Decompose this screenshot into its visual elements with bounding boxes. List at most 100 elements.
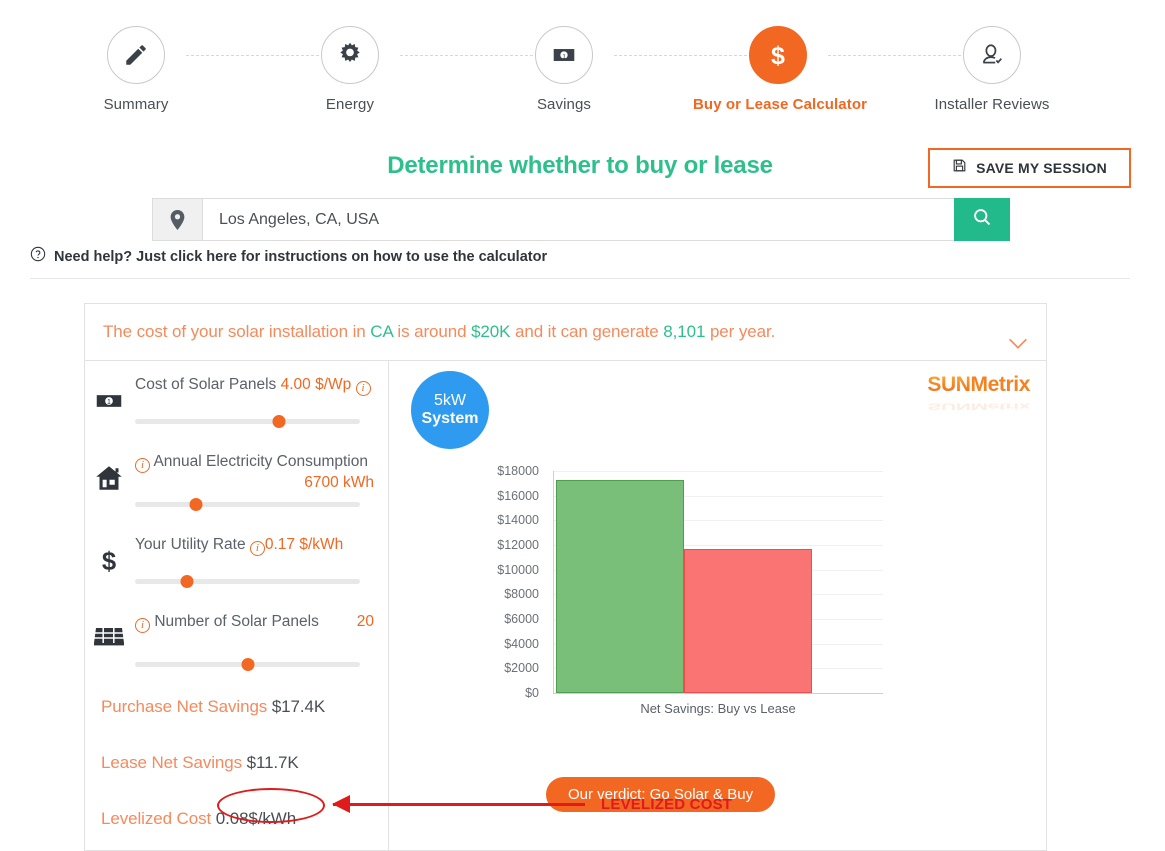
step-energy[interactable]: Energy xyxy=(265,26,435,113)
net-savings-bar-chart: $0 $2000 $4000 $6000 $8000 $10000 $12000 $14000… xyxy=(487,461,887,721)
results-list: Purchase Net Savings $17.4K Lease Net Sa… xyxy=(101,697,388,829)
save-my-session-label: SAVE MY SESSION xyxy=(976,160,1107,176)
slider-thumb[interactable] xyxy=(189,498,203,511)
chart-x-axis-label: Net Savings: Buy vs Lease xyxy=(640,701,796,716)
slider-track[interactable] xyxy=(135,658,360,671)
pencil-icon xyxy=(107,26,165,84)
banner-part-4: per year. xyxy=(705,322,776,341)
result-label: Lease Net Savings xyxy=(101,753,242,772)
chart-bar-lease[interactable] xyxy=(684,548,812,693)
floppy-disk-icon xyxy=(952,158,967,178)
step-label: Summary xyxy=(103,96,169,113)
chart-bar-buy[interactable] xyxy=(556,479,684,693)
slider-label: i Annual Electricity Consumption 6700 kW… xyxy=(135,450,374,491)
result-levelized-cost: Levelized Cost 0.08$/kWh xyxy=(101,809,388,829)
chart-y-tick-label: $16000 xyxy=(497,488,539,503)
save-my-session-button[interactable]: SAVE MY SESSION xyxy=(928,148,1131,188)
chart-y-tick-label: $8000 xyxy=(504,587,539,602)
solar-panel-icon xyxy=(89,618,129,658)
inputs-panel: 1 Cost of Solar Panels 4.00 $/Wp i i Ann… xyxy=(85,361,389,851)
result-label: Levelized Cost xyxy=(101,809,212,828)
info-icon[interactable]: i xyxy=(135,458,150,473)
info-icon[interactable]: i xyxy=(135,618,150,633)
help-link[interactable]: Need help? Just click here for instructi… xyxy=(30,246,547,267)
money-bill-icon: 1 xyxy=(89,381,129,421)
slider-label-text: Cost of Solar Panels xyxy=(135,376,277,393)
banner-part-2: is around xyxy=(392,322,472,341)
system-size-label: System xyxy=(421,410,479,427)
banner-generation: 8,101 xyxy=(663,322,706,341)
svg-text:1: 1 xyxy=(107,399,111,406)
brand-logo-reflection: SUNMetrix xyxy=(927,401,1030,412)
step-label: Installer Reviews xyxy=(934,96,1050,113)
slider-annual-electricity-consumption: i Annual Electricity Consumption 6700 kW… xyxy=(85,450,388,511)
slider-label-text: Annual Electricity Consumption xyxy=(153,453,368,470)
chart-y-tick-label: $4000 xyxy=(504,636,539,651)
slider-label-text: Your Utility Rate xyxy=(135,536,246,553)
progress-stepper: Summary Energy 1 Savings $ Buy or Lease … xyxy=(0,0,1165,132)
divider xyxy=(30,278,1130,279)
step-installer-reviews[interactable]: Installer Reviews xyxy=(907,26,1077,113)
system-size-value: 5kW xyxy=(434,392,466,409)
user-check-icon xyxy=(963,26,1021,84)
slider-value: 0.17 $/kWh xyxy=(264,536,344,553)
slider-value: 20 xyxy=(356,613,374,630)
chart-y-tick-label: $14000 xyxy=(497,513,539,528)
money-bill-icon: 1 xyxy=(535,26,593,84)
slider-label-text: Number of Solar Panels xyxy=(154,613,319,630)
step-savings[interactable]: 1 Savings xyxy=(479,26,649,113)
info-icon[interactable]: i xyxy=(249,541,265,556)
search-input[interactable] xyxy=(203,199,954,240)
slider-label: i Number of Solar Panels 20 xyxy=(135,610,374,650)
info-icon[interactable]: i xyxy=(355,381,371,396)
result-label: Purchase Net Savings xyxy=(101,697,268,716)
banner-part-3: and it can generate xyxy=(510,322,664,341)
brand-part-sun: SUN xyxy=(927,373,971,396)
chart-panel: 5kW System SUNMetrix SUNMetrix $0 $2000 $4… xyxy=(389,361,1046,851)
banner-cost: $20K xyxy=(471,322,511,341)
slider-thumb[interactable] xyxy=(272,415,286,428)
title-row: Determine whether to buy or lease SAVE M… xyxy=(0,148,1165,194)
chart-y-tick-label: $10000 xyxy=(497,562,539,577)
step-buy-or-lease-calculator[interactable]: $ Buy or Lease Calculator xyxy=(693,26,868,113)
step-summary[interactable]: Summary xyxy=(51,26,221,113)
cost-summary-banner: The cost of your solar installation in C… xyxy=(85,304,1046,361)
house-icon xyxy=(89,458,129,498)
slider-your-utility-rate: $ Your Utility Rate i 0.17 $/kWh xyxy=(85,533,388,588)
dollar-sign-icon: $ xyxy=(89,541,129,581)
slider-label: Your Utility Rate i 0.17 $/kWh xyxy=(135,533,374,573)
banner-state: CA xyxy=(370,322,393,341)
svg-text:$: $ xyxy=(102,548,116,575)
cost-summary-text: The cost of your solar installation in C… xyxy=(103,322,1026,342)
slider-number-of-solar-panels: i Number of Solar Panels 20 xyxy=(85,610,388,671)
slider-thumb[interactable] xyxy=(241,658,254,671)
chevron-down-icon[interactable] xyxy=(1008,337,1028,355)
chart-gridline xyxy=(554,471,883,472)
sun-icon xyxy=(321,26,379,84)
svg-text:$: $ xyxy=(771,42,785,70)
slider-track[interactable] xyxy=(135,415,360,428)
help-link-label: Need help? Just click here for instructi… xyxy=(54,248,548,265)
search-icon xyxy=(972,207,992,232)
chart-y-tick-label: $18000 xyxy=(497,464,539,478)
search-button[interactable] xyxy=(954,198,1010,241)
banner-part-1: The cost of your solar installation in xyxy=(103,322,371,341)
calculator-card: The cost of your solar installation in C… xyxy=(84,303,1047,851)
buy-or-lease-calculator-page: Summary Energy 1 Savings $ Buy or Lease … xyxy=(0,0,1165,851)
result-purchase-net-savings: Purchase Net Savings $17.4K xyxy=(101,697,388,717)
chart-plot-area: $0 $2000 $4000 $6000 $8000 $10000 $12000 $14000… xyxy=(497,464,883,700)
slider-track[interactable] xyxy=(135,575,360,588)
location-search-bar xyxy=(152,198,1010,241)
card-body: 1 Cost of Solar Panels 4.00 $/Wp i i Ann… xyxy=(85,361,1046,851)
svg-text:1: 1 xyxy=(562,53,566,60)
slider-label: Cost of Solar Panels 4.00 $/Wp i xyxy=(135,373,374,413)
annotation-label: LEVELIZED COST xyxy=(601,796,733,813)
slider-thumb[interactable] xyxy=(180,575,194,588)
step-label: Energy xyxy=(325,96,375,113)
slider-track[interactable] xyxy=(135,498,360,511)
chart-y-tick-label: $12000 xyxy=(497,538,539,552)
result-value: $17.4K xyxy=(271,697,326,716)
result-value: 0.08$/kWh xyxy=(215,809,297,828)
system-size-badge: 5kW System xyxy=(411,371,489,449)
step-label: Buy or Lease Calculator xyxy=(693,96,868,113)
